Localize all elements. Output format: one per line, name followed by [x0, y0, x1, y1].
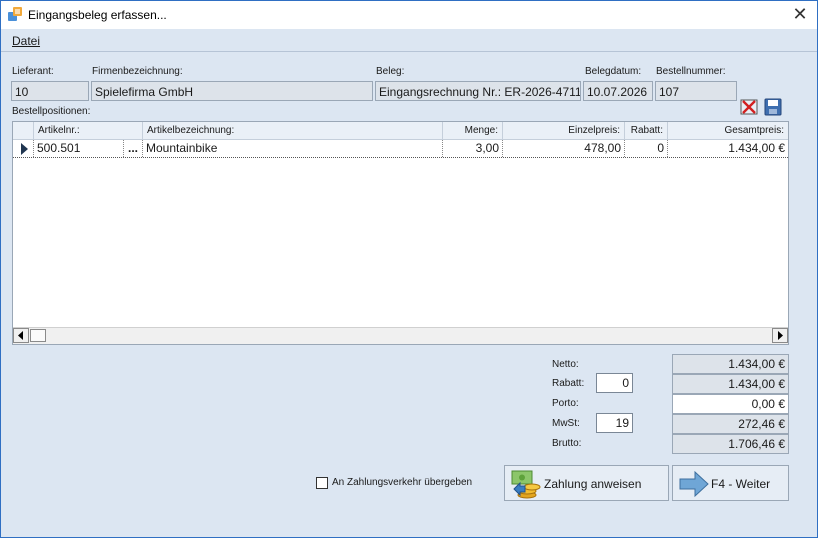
horizontal-scrollbar[interactable] — [13, 327, 788, 344]
row-pointer-icon — [13, 140, 34, 157]
belegdatum-label: Belegdatum: — [585, 66, 642, 77]
brutto-value: 1.706,46 € — [672, 434, 789, 454]
netto-label: Netto: — [552, 359, 579, 370]
col-bezeichnung[interactable]: Artikelbezeichnung: — [143, 122, 443, 139]
rabatt-label: Rabatt: — [552, 378, 585, 389]
delete-icon[interactable] — [740, 98, 758, 116]
bestellnummer-label: Bestellnummer: — [656, 66, 726, 77]
porto-label: Porto: — [552, 398, 579, 409]
cell-artikelnr[interactable]: 500.501 — [34, 140, 124, 157]
beleg-field[interactable]: Eingangsrechnung Nr.: ER-2026-4711 — [375, 81, 581, 101]
positions-label: Bestellpositionen: — [12, 106, 91, 117]
lookup-button[interactable]: ... — [124, 140, 143, 157]
mwst-label: MwSt: — [552, 418, 580, 429]
cell-einzelpreis[interactable]: 478,00 — [503, 140, 625, 157]
close-button[interactable]: ✕ — [783, 1, 817, 29]
cell-bezeichnung[interactable]: Mountainbike — [143, 140, 443, 157]
col-gesamtpreis[interactable]: Gesamtpreis: — [668, 122, 788, 139]
menu-bar: Datei — [1, 29, 817, 52]
brutto-label: Brutto: — [552, 438, 582, 449]
menu-datei[interactable]: Datei — [12, 34, 40, 48]
col-rabatt[interactable]: Rabatt: — [625, 122, 668, 139]
weiter-label: F4 - Weiter — [711, 477, 771, 491]
mwst-value: 272,46 € — [672, 414, 789, 434]
firma-label: Firmenbezeichnung: — [92, 66, 183, 77]
grid-header: Artikelnr.: Artikelbezeichnung: Menge: E… — [13, 122, 788, 140]
beleg-label: Beleg: — [376, 66, 405, 77]
col-artikelnr[interactable]: Artikelnr.: — [34, 122, 143, 139]
positions-grid: Artikelnr.: Artikelbezeichnung: Menge: E… — [12, 121, 789, 345]
title-bar: Eingangsbeleg erfassen... ✕ — [1, 1, 817, 29]
bestellnummer-field[interactable]: 107 — [655, 81, 737, 101]
porto-field[interactable]: 0,00 € — [672, 394, 789, 414]
cell-rabatt[interactable]: 0 — [625, 140, 668, 157]
rabatt-value: 1.434,00 € — [672, 374, 789, 394]
coins-icon — [510, 469, 542, 499]
arrow-right-icon — [678, 470, 710, 498]
cell-gesamtpreis[interactable]: 1.434,00 € — [668, 140, 788, 157]
save-icon[interactable] — [764, 98, 782, 116]
cell-menge[interactable]: 3,00 — [443, 140, 503, 157]
col-einzelpreis[interactable]: Einzelpreis: — [503, 122, 625, 139]
mwst-input[interactable]: 19 — [596, 413, 633, 433]
zahlung-anweisen-button[interactable]: Zahlung anweisen — [504, 465, 669, 501]
zahlung-anweisen-label: Zahlung anweisen — [544, 477, 642, 491]
col-menge[interactable]: Menge: — [443, 122, 503, 139]
netto-value: 1.434,00 € — [672, 354, 789, 374]
zahlungsverkehr-checkbox[interactable] — [316, 477, 328, 489]
dialog-window: Eingangsbeleg erfassen... ✕ Datei Liefer… — [0, 0, 818, 538]
scroll-right-button[interactable] — [772, 328, 788, 343]
lieferant-label: Lieferant: — [12, 66, 54, 77]
scroll-left-button[interactable] — [13, 328, 29, 343]
row-indicator-header — [13, 122, 34, 139]
zahlungsverkehr-label[interactable]: An Zahlungsverkehr übergeben — [332, 477, 472, 488]
weiter-button[interactable]: F4 - Weiter — [672, 465, 789, 501]
app-icon — [7, 6, 23, 22]
belegdatum-field[interactable]: 10.07.2026 — [583, 81, 653, 101]
window-title: Eingangsbeleg erfassen... — [28, 8, 167, 22]
lieferant-field[interactable]: 10 — [11, 81, 89, 101]
table-row[interactable]: 500.501 ... Mountainbike 3,00 478,00 0 1… — [13, 140, 788, 158]
scroll-thumb[interactable] — [30, 329, 46, 342]
rabatt-input[interactable]: 0 — [596, 373, 633, 393]
firma-field[interactable]: Spielefirma GmbH — [91, 81, 373, 101]
